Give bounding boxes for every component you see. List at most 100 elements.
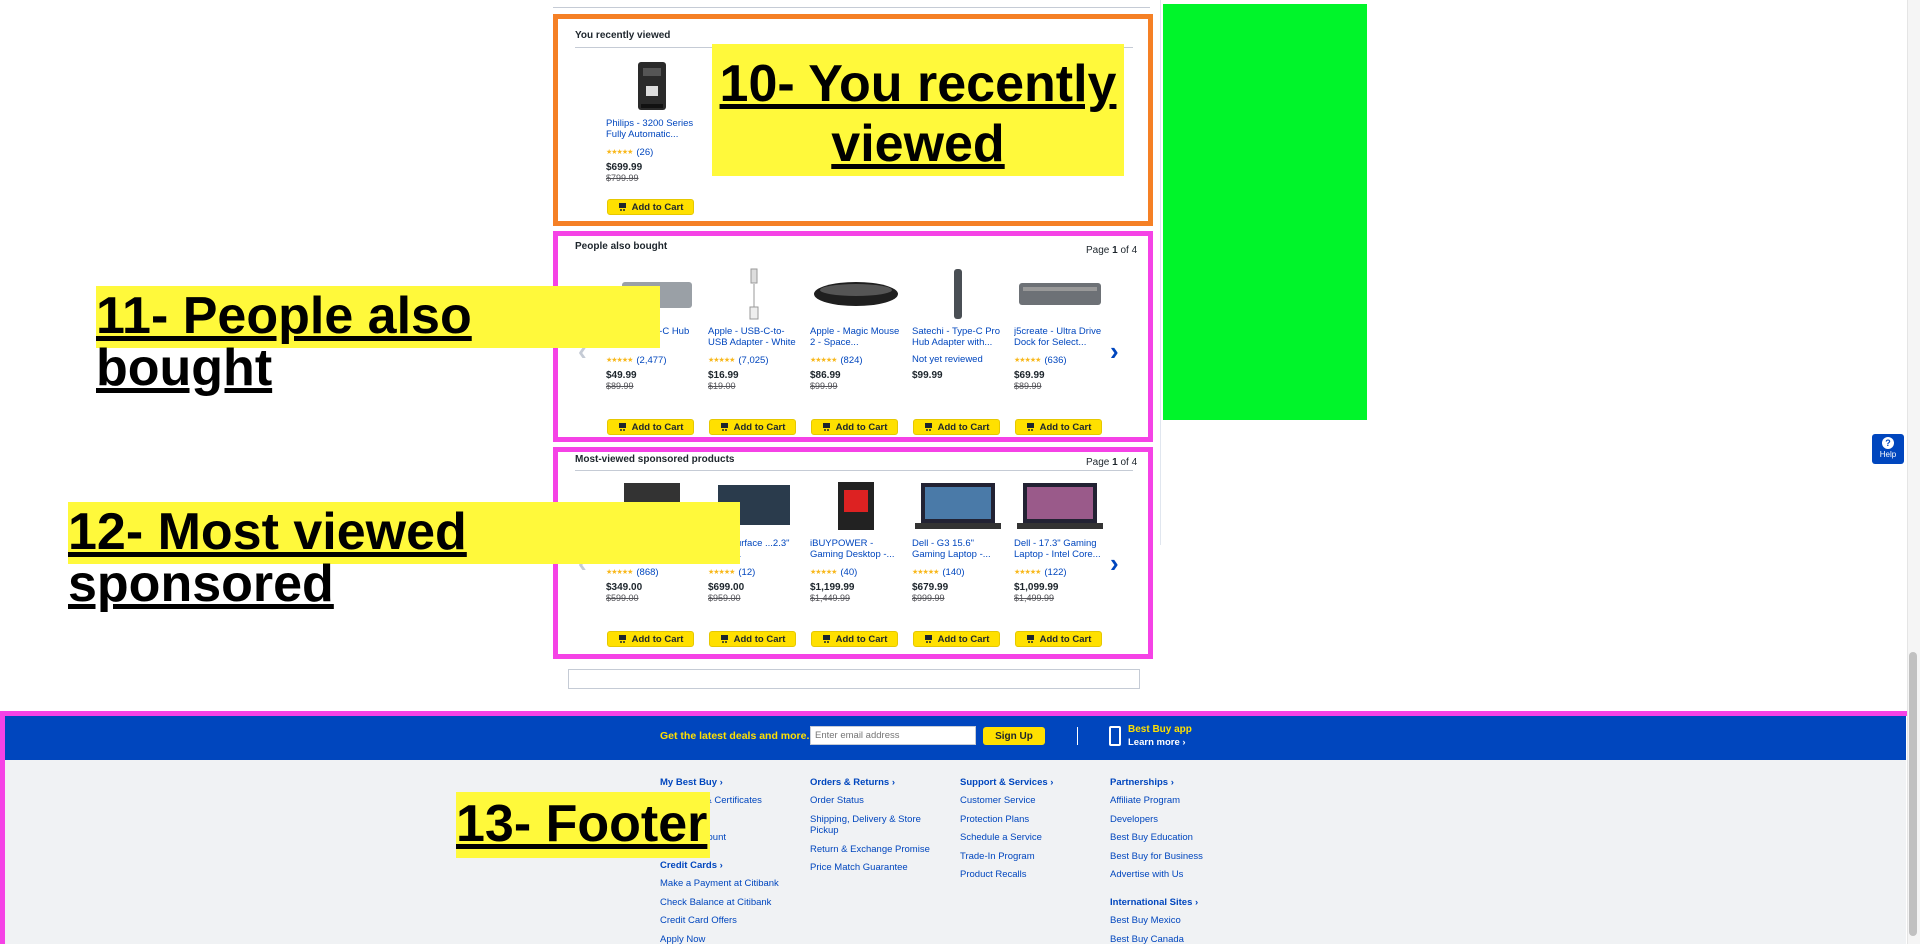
add-to-cart-label: Add to Cart [733,633,786,645]
product-rating[interactable]: ★★★★★ (140) [912,566,1004,578]
product-card[interactable]: Satechi - Type-C Pro Hub Adapter with...… [912,266,1004,381]
gaming-laptop-icon[interactable] [912,478,1004,534]
product-was-price: $959.00 [708,593,741,603]
add-to-cart-label: Add to Cart [937,633,990,645]
product-was-price: $19.00 [708,381,736,391]
star-rating-icon: ★★★★★ [912,569,939,576]
product-rating[interactable]: ★★★★★ (2,477) [606,354,698,366]
add-to-cart-label: Add to Cart [631,633,684,645]
product-price: $679.99 [912,582,949,593]
product-card[interactable]: Dell - 17.3" Gaming Laptop - Intel Core.… [1014,478,1106,603]
help-button[interactable]: ? Help [1872,434,1904,464]
product-rating[interactable]: ★★★★★ (122) [1014,566,1106,578]
rating-count: (26) [636,146,654,158]
usb-adapter-icon[interactable] [708,266,800,322]
cart-icon [618,423,627,431]
magic-mouse-icon[interactable] [810,266,902,322]
sponsored-next-button[interactable]: › [1110,548,1119,579]
product-was-price: $1,499.99 [1014,593,1055,603]
star-rating-icon: ★★★★★ [606,357,633,364]
star-rating-icon: ★★★★★ [606,569,633,576]
product-name[interactable]: j5create - Ultra Drive Dock for Select..… [1014,326,1106,348]
product-rating[interactable]: ★★★★★ (636) [1014,354,1106,366]
column-divider [1160,0,1161,545]
product-price: $699.00 [708,582,745,593]
star-rating-icon: ★★★★★ [810,357,837,364]
add-to-cart-label: Add to Cart [631,421,684,433]
callout-11: 11- People also bought [96,286,660,394]
add-to-cart-button[interactable]: Add to Cart [607,631,694,647]
help-label: Help [1879,450,1897,459]
add-to-cart-button[interactable]: Add to Cart [1015,419,1102,435]
product-card[interactable]: iBUYPOWER - Gaming Desktop -... ★★★★★ (40)… [810,478,902,603]
product-was-price: $599.00 [606,593,639,603]
product-rating[interactable]: ★★★★★ (868) [606,566,698,578]
add-to-cart-label: Add to Cart [835,421,888,433]
question-icon: ? [1882,437,1894,449]
add-to-cart-button[interactable]: Add to Cart [811,631,898,647]
add-to-cart-button[interactable]: Add to Cart [913,631,1000,647]
add-to-cart-button[interactable]: Add to Cart [913,419,1000,435]
advertisement-placeholder[interactable] [1163,4,1367,420]
cart-icon [924,423,933,431]
star-rating-icon: ★★★★★ [606,149,633,156]
add-to-cart-button[interactable]: Add to Cart [709,419,796,435]
cart-icon [1026,635,1035,643]
gaming-laptop-17-icon[interactable] [1014,478,1106,534]
people-also-bought-pagination: Page 1 of 4 [1086,245,1138,256]
product-was-price: $89.99 [606,381,634,391]
espresso-machine-icon[interactable] [606,58,698,114]
product-card[interactable]: Dell - G3 15.6" Gaming Laptop -... ★★★★★(… [912,478,1004,603]
product-rating[interactable]: ★★★★★ (26) [606,146,698,158]
product-rating[interactable]: ★★★★★ (7,025) [708,354,800,366]
rating-count: (140) [942,566,965,578]
type-c-hub-icon[interactable] [912,266,1004,322]
sponsored-rule [575,470,1133,471]
product-name[interactable]: Apple - Magic Mouse 2 - Space... [810,326,902,348]
product-name[interactable]: Dell - 17.3" Gaming Laptop - Intel Core.… [1014,538,1106,560]
add-to-cart-label: Add to Cart [937,421,990,433]
scrollbar-thumb[interactable] [1909,652,1917,936]
add-to-cart-label: Add to Cart [835,633,888,645]
footer-highlight [0,711,1920,944]
product-card[interactable]: Apple - USB-C-to-USB Adapter - White ★★★★… [708,266,800,391]
add-to-cart-button[interactable]: Add to Cart [607,199,694,215]
product-price: $699.99 [606,162,643,173]
recently-viewed-card[interactable]: Philips - 3200 Series Fully Automatic...… [606,58,698,183]
sponsored-title: Most-viewed sponsored products [575,454,735,465]
rating-count: (868) [636,566,659,578]
product-name[interactable]: Apple - USB-C-to-USB Adapter - White [708,326,800,348]
product-rating[interactable]: ★★★★★ (40) [810,566,902,578]
add-to-cart-button[interactable]: Add to Cart [1015,631,1102,647]
cart-icon [720,423,729,431]
rating-count: (122) [1044,566,1067,578]
recently-viewed-title: You recently viewed [575,30,671,41]
rating-count: (12) [738,566,756,578]
product-price: $86.99 [810,370,841,381]
cart-icon [822,635,831,643]
product-name[interactable]: Satechi - Type-C Pro Hub Adapter with... [912,326,1004,348]
add-to-cart-label: Add to Cart [1039,633,1092,645]
product-name[interactable]: Dell - G3 15.6" Gaming Laptop -... [912,538,1004,560]
add-to-cart-button[interactable]: Add to Cart [811,419,898,435]
carousel-next-button[interactable]: › [1110,336,1119,367]
docking-station-icon[interactable] [1014,266,1106,322]
cart-icon [618,635,627,643]
product-name[interactable]: Philips - 3200 Series Fully Automatic... [606,118,698,140]
product-card[interactable]: Apple - Magic Mouse 2 - Space... ★★★★★ (82… [810,266,902,391]
empty-content-box [568,669,1140,689]
add-to-cart-button[interactable]: Add to Cart [607,419,694,435]
cart-icon [720,635,729,643]
gaming-desktop-icon[interactable] [810,478,902,534]
add-to-cart-label: Add to Cart [733,421,786,433]
product-rating[interactable]: ★★★★★ (824) [810,354,902,366]
product-rating[interactable]: ★★★★★ (12) [708,566,800,578]
product-card[interactable]: j5create - Ultra Drive Dock for Select..… [1014,266,1106,391]
add-to-cart-button[interactable]: Add to Cart [709,631,796,647]
product-name[interactable]: iBUYPOWER - Gaming Desktop -... [810,538,902,560]
product-was-price: $799.99 [606,173,639,183]
product-was-price: $99.99 [810,381,838,391]
product-was-price: $89.99 [1014,381,1042,391]
product-price: $69.99 [1014,370,1045,381]
cart-icon [1026,423,1035,431]
